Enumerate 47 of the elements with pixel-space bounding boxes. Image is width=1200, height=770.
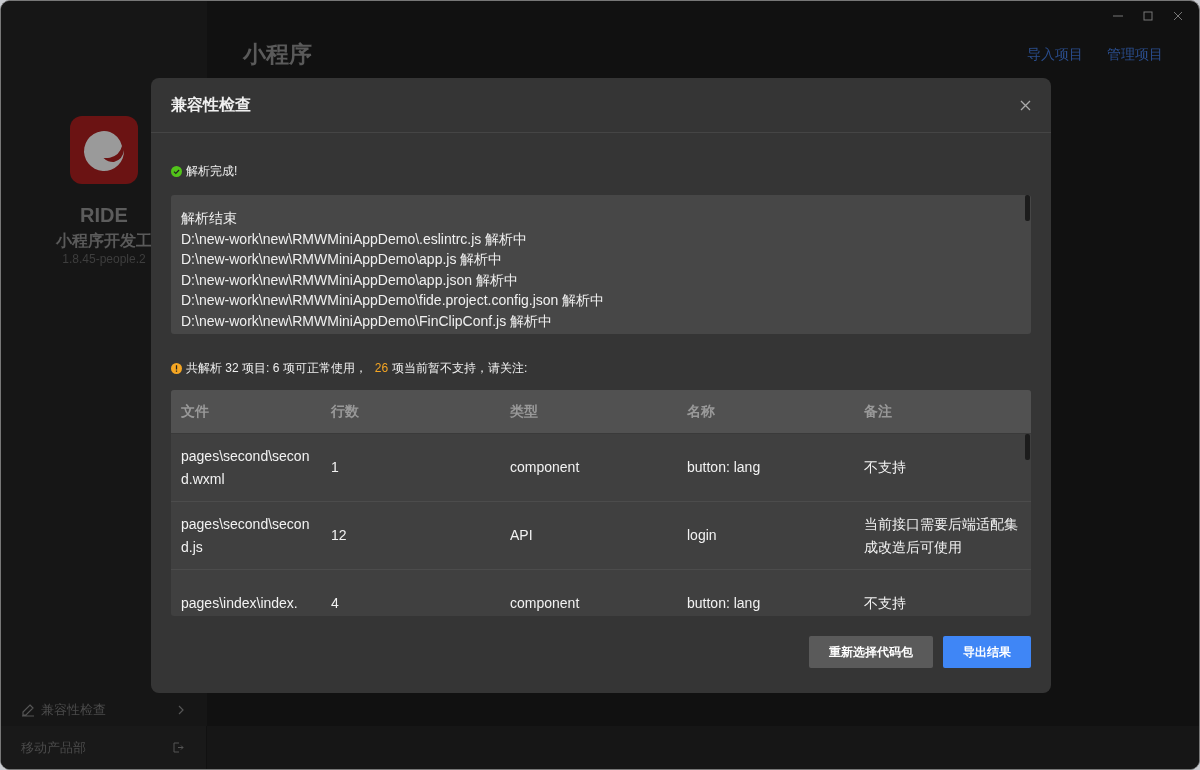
table-cell-text: 1 <box>331 458 340 477</box>
table-cell-text: pages\second\second.js <box>181 514 311 557</box>
app-logo <box>70 116 138 184</box>
check-circle-icon <box>171 166 182 177</box>
close-icon[interactable] <box>1020 99 1031 111</box>
logout-icon <box>173 742 184 753</box>
table-cell-text: pages\index\index. <box>181 594 299 613</box>
column-header: 行数 <box>331 402 360 421</box>
log-line: 解析结束 <box>181 209 238 228</box>
column-header: 类型 <box>510 402 539 421</box>
app-subtitle: 小程序开发工 <box>56 231 152 251</box>
summary-text: 共解析 32 项目: 6 项可正常使用， 26 项当前暂不支持，请关注: <box>186 360 528 377</box>
table-cell-text: button: lang <box>687 458 762 477</box>
table-cell-text: API <box>510 526 534 545</box>
export-button[interactable]: 导出结果 <box>943 636 1031 668</box>
close-icon[interactable] <box>1173 11 1183 21</box>
maximize-icon[interactable] <box>1143 11 1153 21</box>
column-header: 备注 <box>864 402 893 421</box>
reselect-button[interactable]: 重新选择代码包 <box>809 636 933 668</box>
table-cell-text: component <box>510 594 581 613</box>
table-cell-text: 不支持 <box>864 594 907 613</box>
table-cell-text: 当前接口需要后端适配集成改造后可使用 <box>864 514 1019 557</box>
log-line: D:\new-work\new\RMWMiniAppDemo\FinClipConf.js 解析中 <box>181 311 554 331</box>
app-name: RIDE <box>80 204 128 227</box>
warning-icon <box>171 363 182 374</box>
header-link[interactable]: 管理项目 <box>1107 45 1163 64</box>
table-cell-text: 不支持 <box>864 458 907 477</box>
scrollbar <box>1025 195 1030 221</box>
table-cell-text: component <box>510 458 581 477</box>
log-line: D:\new-work\new\RMWMiniAppDemo\.eslintrc.js 解析中 <box>181 229 529 249</box>
log-line: D:\new-work\new\RMWMiniAppDemo\app.json 解析中 <box>181 270 519 290</box>
table-cell-text: 4 <box>331 594 340 613</box>
column-header: 文件 <box>181 402 210 421</box>
page-title: 小程序 <box>243 40 313 69</box>
scrollbar <box>1025 434 1030 460</box>
dialog-title: 兼容性检查 <box>171 94 251 115</box>
log-line: D:\new-work\new\RMWMiniAppDemo\app.js 解析中 <box>181 250 504 269</box>
column-header: 名称 <box>687 402 716 421</box>
status-text: 解析完成! <box>186 163 238 180</box>
table-cell-text: pages\second\second.wxml <box>181 446 311 489</box>
table-cell-text: login <box>687 526 718 545</box>
table-cell-text: 12 <box>331 526 348 545</box>
pencil-icon <box>21 703 35 717</box>
header-link[interactable]: 导入项目 <box>1027 45 1083 64</box>
chevron-right-icon <box>177 705 185 715</box>
table-cell-text: button: lang <box>687 594 762 613</box>
log-line: D:\new-work\new\RMWMiniAppDemo\fide.project.config.json 解析中 <box>181 291 606 310</box>
